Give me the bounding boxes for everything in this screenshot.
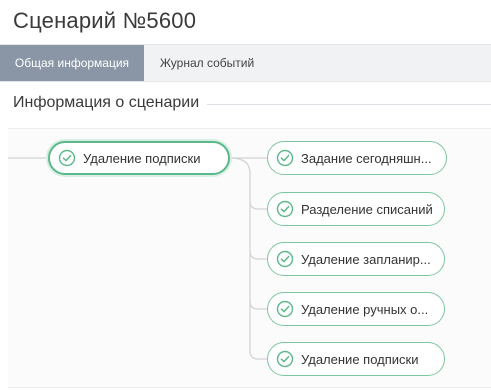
check-circle-icon bbox=[276, 149, 294, 167]
flow-node-label: Удаление ручных о... bbox=[301, 301, 429, 317]
check-circle-icon bbox=[276, 200, 294, 218]
section-title: Информация о сценарии bbox=[13, 94, 208, 112]
check-circle-icon bbox=[58, 149, 76, 167]
flow-node-child-2[interactable]: Разделение списаний bbox=[267, 192, 445, 226]
flow-node-child-3[interactable]: Удаление запланир... bbox=[267, 242, 445, 276]
flow-node-label: Удаление подписки bbox=[301, 351, 419, 367]
flow-node-child-5[interactable]: Удаление подписки bbox=[267, 342, 445, 376]
connector-child-2 bbox=[249, 200, 267, 210]
connector-child-4 bbox=[249, 300, 267, 310]
scenario-flow-canvas: Удаление подписки Задание сегодняшн... Р… bbox=[8, 128, 491, 388]
flow-node-root[interactable]: Удаление подписки bbox=[48, 141, 230, 175]
flow-node-label: Удаление запланир... bbox=[301, 251, 431, 267]
page-title: Сценарий №5600 bbox=[13, 8, 197, 33]
tab-event-log[interactable]: Журнал событий bbox=[144, 45, 270, 81]
check-circle-icon bbox=[276, 300, 294, 318]
check-circle-icon bbox=[276, 250, 294, 268]
flow-node-label: Разделение списаний bbox=[301, 201, 433, 217]
section-header: Информация о сценарии bbox=[13, 94, 491, 116]
flow-node-label: Удаление подписки bbox=[83, 150, 201, 166]
connector-child-3 bbox=[249, 250, 267, 260]
tab-bar: Общая информация Журнал событий bbox=[0, 44, 491, 82]
flow-node-child-4[interactable]: Удаление ручных о... bbox=[267, 292, 445, 326]
tab-general-info[interactable]: Общая информация bbox=[0, 45, 144, 81]
check-circle-icon bbox=[276, 350, 294, 368]
flow-node-child-1[interactable]: Задание сегодняшн... bbox=[267, 141, 447, 175]
flow-node-label: Задание сегодняшн... bbox=[301, 150, 432, 166]
